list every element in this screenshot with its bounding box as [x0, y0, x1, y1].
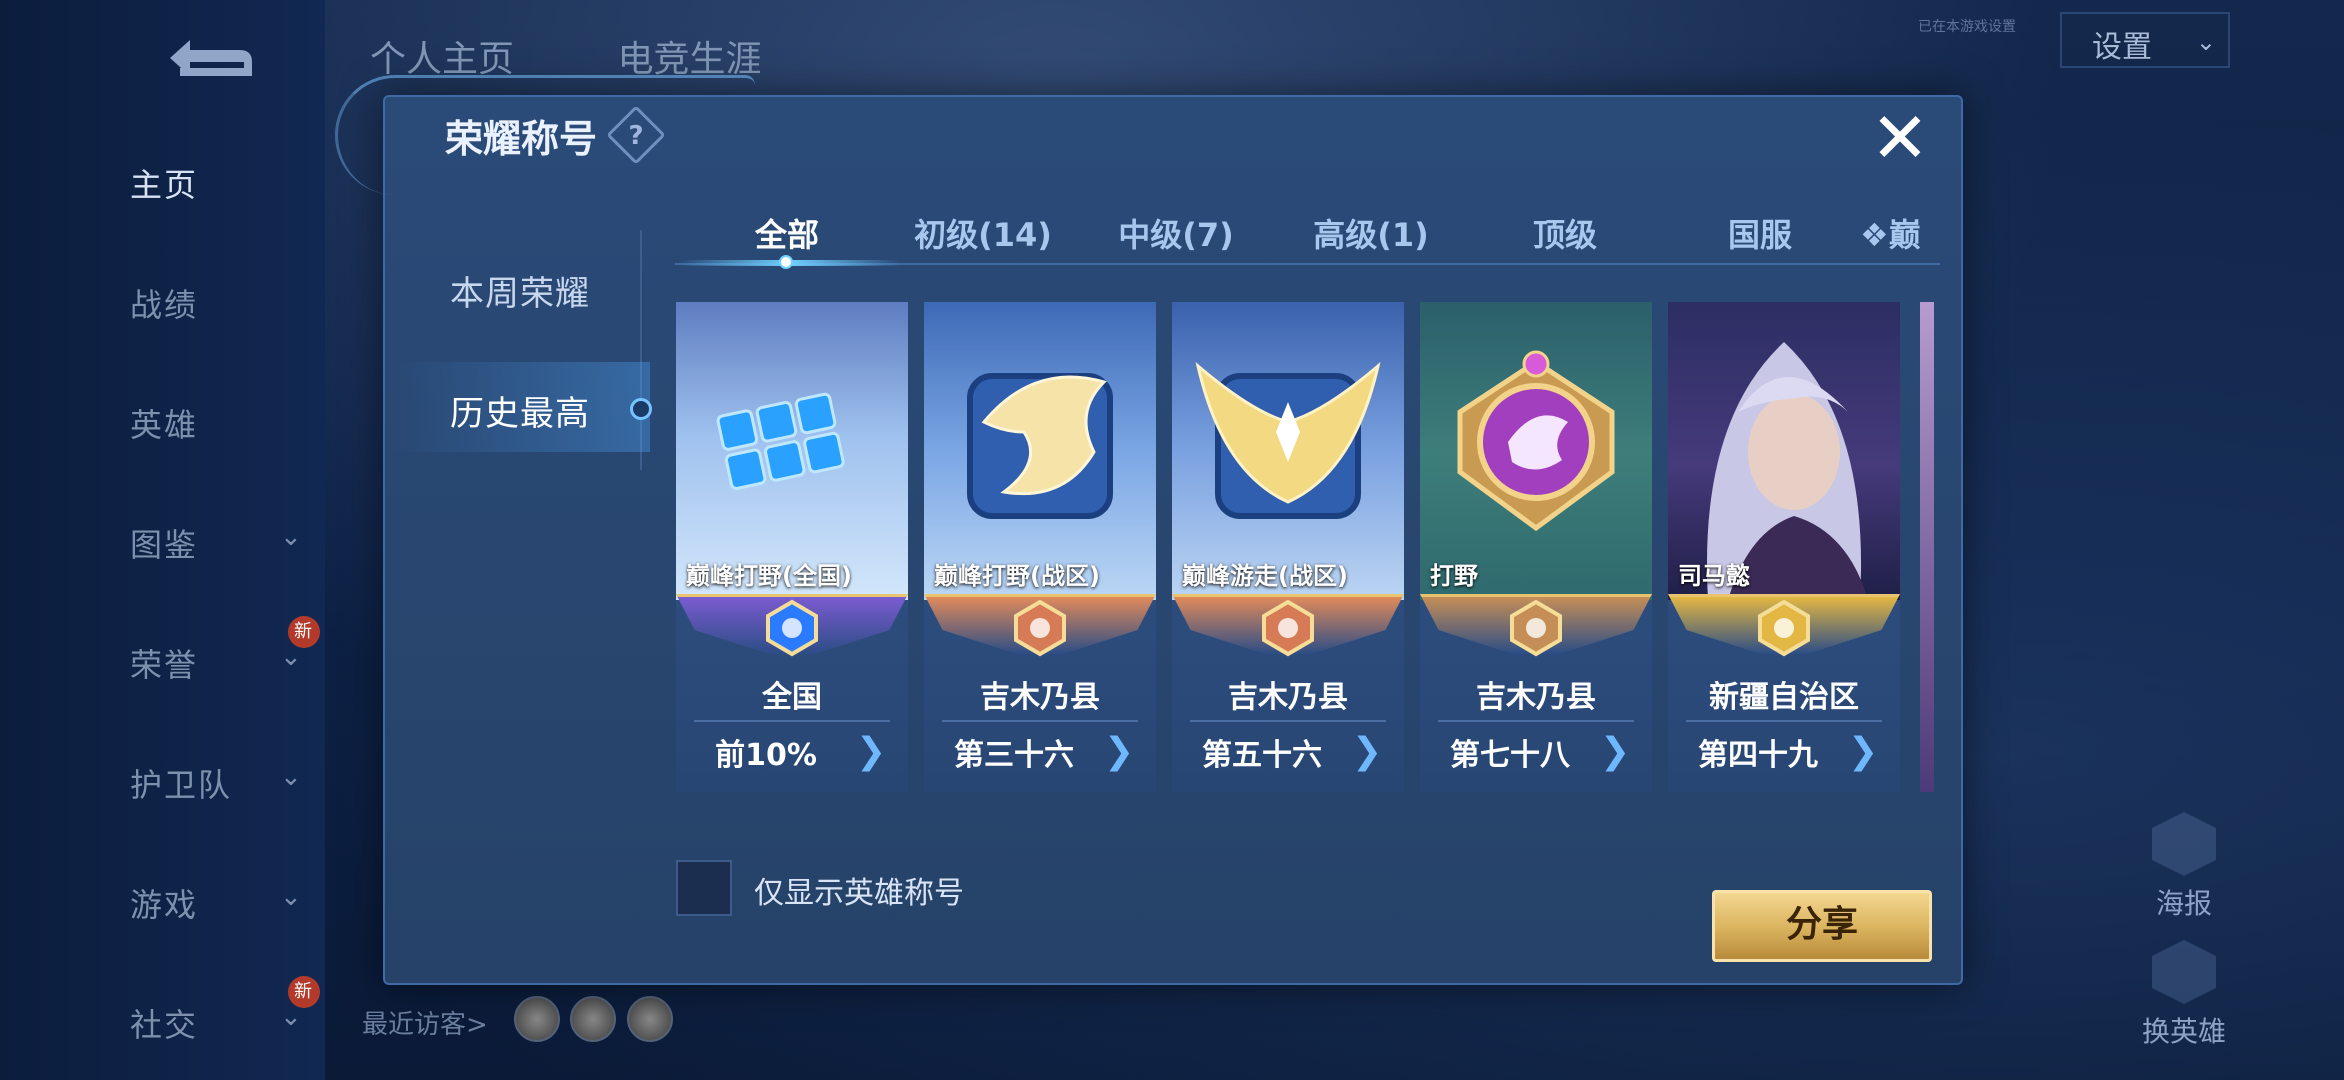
card-title-name: 巅峰打野(战区) — [934, 562, 1100, 590]
honor-card[interactable]: 巅峰游走(战区) 吉木乃县第五十六 ❯ — [1172, 302, 1404, 792]
card-rank: 第三十六 — [954, 738, 1074, 773]
nav-item-label: 战绩 — [130, 286, 199, 324]
nav-item[interactable]: 战绩 — [130, 280, 310, 326]
nav-item[interactable]: 主页 — [130, 160, 310, 206]
card-rank: 前10% — [715, 738, 817, 773]
tier-emblem-icon — [1506, 598, 1566, 658]
tab-national[interactable]: 国服 — [1675, 210, 1845, 256]
card-rank: 第五十六 — [1202, 738, 1322, 773]
nav-item-label: 社交 — [130, 1006, 199, 1044]
settings-label: 设置 — [2092, 30, 2152, 65]
poster-button[interactable]: 海报 — [2124, 812, 2244, 922]
card-title-name: 巅峰游走(战区) — [1182, 562, 1348, 590]
card-title-name: 司马懿 — [1678, 562, 1750, 590]
notice-text: 已在本游戏设置 — [1918, 19, 2016, 35]
close-icon[interactable]: ✕ — [1868, 103, 1932, 173]
tier-emblem-icon — [1258, 598, 1318, 658]
back-arrow-icon[interactable] — [150, 30, 260, 86]
share-button[interactable]: 分享 — [1712, 890, 1932, 962]
tier-emblem-icon — [1010, 598, 1070, 658]
change-hero-icon — [2152, 940, 2216, 1004]
side-tab-all-time-best[interactable]: 历史最高 — [450, 386, 590, 435]
tab-all[interactable]: 全部 — [702, 210, 872, 256]
card-divider — [1190, 720, 1386, 722]
card-divider — [1686, 720, 1882, 722]
card-title-name: 巅峰打野(全国) — [686, 562, 852, 590]
settings-button[interactable]: 设置 ⌄ — [2060, 12, 2230, 68]
visitor-avatar[interactable] — [627, 996, 673, 1042]
nav-item-label: 主页 — [130, 166, 199, 204]
card-region: 吉木乃县 — [1476, 680, 1596, 715]
card-divider — [694, 720, 890, 722]
checkbox-label: 仅显示英雄称号 — [754, 876, 964, 911]
card-divider — [1438, 720, 1634, 722]
poster-icon — [2152, 812, 2216, 876]
nav-item[interactable]: 护卫队 ⌄ — [130, 760, 310, 806]
nav-item-label: 游戏 — [130, 886, 199, 924]
card-region: 全国 — [762, 680, 822, 715]
chevron-down-icon: ⌄ — [280, 762, 304, 792]
nav-item[interactable]: 英雄 — [130, 400, 310, 446]
change-hero-button[interactable]: 换英雄 — [2124, 940, 2244, 1050]
chevron-right-icon[interactable]: ❯ — [1104, 732, 1134, 772]
tab-intermediate[interactable]: 中级(7) — [1091, 210, 1261, 256]
chevron-right-icon[interactable]: ❯ — [1848, 732, 1878, 772]
honor-card[interactable]: 巅峰打野(全国) 全国前10% ❯ — [676, 302, 908, 792]
visitor-avatar[interactable] — [514, 996, 560, 1042]
visitor-avatar[interactable] — [570, 996, 616, 1042]
honor-card[interactable]: 打野吉木乃县第七十八 ❯ — [1420, 302, 1652, 792]
card-region: 新疆自治区 — [1709, 680, 1859, 715]
nav-item[interactable]: 社交 ⌄ 新 — [130, 976, 320, 1046]
chevron-right-icon[interactable]: ❯ — [856, 732, 886, 772]
card-region: 吉木乃县 — [1228, 680, 1348, 715]
hero-title-only-checkbox[interactable] — [676, 860, 732, 916]
tab-personal-home[interactable]: 个人主页 — [370, 39, 514, 80]
tab-junior[interactable]: 初级(14) — [898, 210, 1068, 256]
active-tab-dot — [779, 255, 793, 269]
tab-peak[interactable]: ❖巅 — [1860, 210, 1940, 256]
modal-title: 荣耀称号 — [445, 117, 598, 161]
nav-item-label: 英雄 — [130, 406, 199, 444]
card-rank: 第七十八 — [1450, 738, 1570, 773]
chevron-down-icon: ⌄ — [2195, 28, 2216, 56]
partial-card[interactable] — [1920, 302, 1934, 792]
nav-item-label: 荣誉 — [130, 646, 199, 684]
honor-card[interactable]: 巅峰打野(战区) 吉木乃县第三十六 ❯ — [924, 302, 1156, 792]
recent-visitors-link[interactable]: 最近访客> — [362, 1004, 488, 1041]
chevron-down-icon: ⌄ — [280, 882, 304, 912]
chevron-right-icon[interactable]: ❯ — [1352, 732, 1382, 772]
card-divider — [942, 720, 1138, 722]
honor-card[interactable]: 司马懿新疆自治区第四十九 ❯ — [1668, 302, 1900, 792]
nav-item[interactable]: 荣誉 ⌄ 新 — [130, 616, 320, 686]
new-badge: 新 — [288, 976, 320, 1008]
tier-emblem-icon — [1754, 598, 1814, 658]
nav-item-label: 护卫队 — [130, 766, 233, 804]
card-title-name: 打野 — [1430, 562, 1478, 590]
poster-label: 海报 — [2155, 887, 2212, 920]
tab-esports-career[interactable]: 电竞生涯 — [617, 39, 761, 80]
chevron-down-icon: ⌄ — [280, 522, 304, 552]
new-badge: 新 — [288, 616, 320, 648]
nav-item-label: 图鉴 — [130, 526, 199, 564]
side-tab-this-week[interactable]: 本周荣耀 — [450, 266, 590, 315]
card-region: 吉木乃县 — [980, 680, 1100, 715]
help-glyph: ? — [628, 121, 644, 151]
card-rank: 第四十九 — [1698, 738, 1818, 773]
chevron-right-icon[interactable]: ❯ — [1600, 732, 1630, 772]
change-hero-label: 换英雄 — [2141, 1015, 2226, 1048]
nav-item[interactable]: 图鉴 ⌄ — [130, 520, 310, 566]
nav-item[interactable]: 游戏 ⌄ — [130, 880, 310, 926]
active-indicator-dot — [630, 398, 652, 420]
tier-emblem-icon — [762, 598, 822, 658]
tab-senior[interactable]: 高级(1) — [1286, 210, 1456, 256]
tab-top[interactable]: 顶级 — [1480, 210, 1650, 256]
